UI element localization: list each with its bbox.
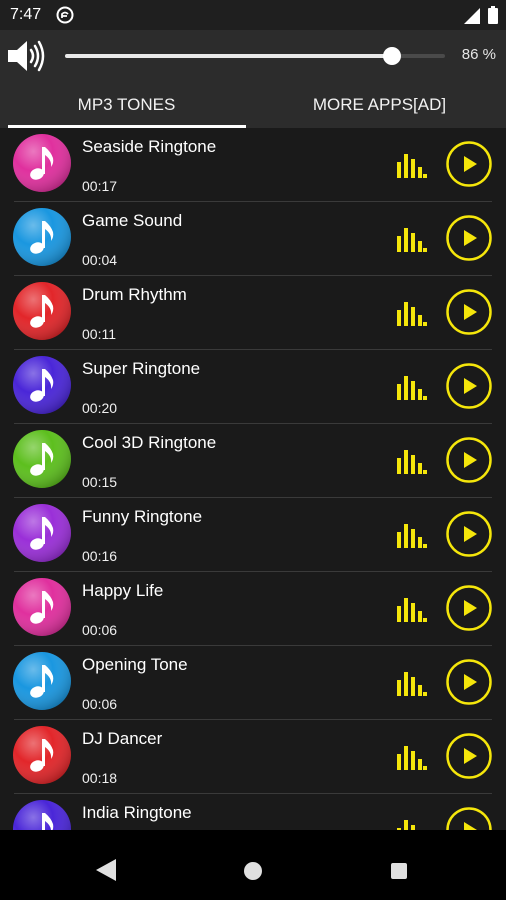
ringtone-row[interactable]: Opening Tone 00:06 xyxy=(0,646,506,720)
equalizer-icon xyxy=(397,376,427,400)
tab-bar: MP3 TONES MORE APPS[AD] xyxy=(0,82,506,128)
ringtone-duration: 00:06 xyxy=(82,622,118,638)
ringtone-list[interactable]: Seaside Ringtone 00:17 Game Sound 00:04 Drum… xyxy=(0,128,506,830)
tab-more-apps[interactable]: MORE APPS[AD] xyxy=(253,82,506,128)
ringtone-row[interactable]: Happy Life 00:06 xyxy=(0,572,506,646)
ringtone-title: Funny Ringtone xyxy=(82,507,203,526)
equalizer-icon xyxy=(397,524,427,548)
ringtone-duration: 00:18 xyxy=(82,770,118,786)
play-button[interactable] xyxy=(446,585,492,631)
tab-mp3-tones[interactable]: MP3 TONES xyxy=(0,82,253,128)
ringtone-duration: 00:11 xyxy=(82,326,116,342)
ringtone-title: India Ringtone xyxy=(82,803,192,822)
ringtone-row[interactable]: Drum Rhythm 00:11 xyxy=(0,276,506,350)
play-button[interactable] xyxy=(446,437,492,483)
ringtone-row[interactable]: DJ Dancer 00:18 xyxy=(0,720,506,794)
ringtone-row[interactable]: Seaside Ringtone 00:17 xyxy=(0,128,506,202)
status-time: 7:47 xyxy=(10,6,42,23)
ringtone-row[interactable]: Cool 3D Ringtone 00:15 xyxy=(0,424,506,498)
ringtone-title: Cool 3D Ringtone xyxy=(82,433,217,452)
music-note-icon xyxy=(13,578,71,636)
play-button[interactable] xyxy=(446,659,492,705)
ringtone-row[interactable]: Funny Ringtone 00:16 xyxy=(0,498,506,572)
signal-icon xyxy=(464,8,480,24)
music-note-icon xyxy=(13,134,71,192)
play-button[interactable] xyxy=(446,215,492,261)
volume-slider-thumb[interactable] xyxy=(382,47,401,65)
ringtone-title: Seaside Ringtone xyxy=(82,137,217,156)
music-note-icon xyxy=(13,282,71,340)
volume-bar: 86 % xyxy=(0,30,506,82)
equalizer-icon xyxy=(397,746,427,770)
music-note-icon xyxy=(13,800,71,830)
music-note-icon xyxy=(13,726,71,784)
ringtone-row[interactable]: Game Sound 00:04 xyxy=(0,202,506,276)
music-note-icon xyxy=(13,504,71,562)
status-bar: 7:47 xyxy=(0,0,506,30)
play-button[interactable] xyxy=(446,289,492,335)
ringtone-title: DJ Dancer xyxy=(82,729,163,748)
ringtone-duration: 00:04 xyxy=(82,252,118,268)
equalizer-icon xyxy=(397,228,427,252)
volume-slider-fill xyxy=(65,54,392,58)
ringtone-duration: 00:15 xyxy=(82,474,118,490)
home-icon[interactable] xyxy=(244,862,262,880)
music-note-icon xyxy=(13,356,71,414)
ringtone-title: Super Ringtone xyxy=(82,359,201,378)
play-button[interactable] xyxy=(446,141,492,187)
battery-icon xyxy=(488,6,498,24)
play-button[interactable] xyxy=(446,733,492,779)
music-note-icon xyxy=(13,652,71,710)
volume-percent: 86 % xyxy=(461,46,496,63)
ringtone-duration: 00:16 xyxy=(82,548,118,564)
play-button[interactable] xyxy=(446,363,492,409)
ringtone-title: Game Sound xyxy=(82,211,183,230)
ringtone-title: Happy Life xyxy=(82,581,164,600)
ringtone-duration: 00:20 xyxy=(82,400,118,416)
equalizer-icon xyxy=(397,154,427,178)
equalizer-icon xyxy=(397,820,415,830)
navigation-bar xyxy=(0,842,506,900)
ringtone-row[interactable]: Super Ringtone 00:20 xyxy=(0,350,506,424)
equalizer-icon xyxy=(397,302,427,326)
back-icon[interactable] xyxy=(96,859,116,881)
do-not-disturb-icon xyxy=(56,6,74,24)
speaker-icon[interactable] xyxy=(6,38,46,74)
music-note-icon xyxy=(13,430,71,488)
ringtone-row[interactable]: India Ringtone xyxy=(0,794,506,830)
equalizer-icon xyxy=(397,672,427,696)
music-note-icon xyxy=(13,208,71,266)
ringtone-title: Opening Tone xyxy=(82,655,188,674)
volume-slider[interactable] xyxy=(65,47,445,65)
equalizer-icon xyxy=(397,450,427,474)
equalizer-icon xyxy=(397,598,427,622)
play-button[interactable] xyxy=(446,511,492,557)
ringtone-duration: 00:06 xyxy=(82,696,118,712)
play-button[interactable] xyxy=(446,807,492,830)
recents-icon[interactable] xyxy=(391,863,407,879)
ringtone-title: Drum Rhythm xyxy=(82,285,187,304)
ringtone-duration: 00:17 xyxy=(82,178,118,194)
